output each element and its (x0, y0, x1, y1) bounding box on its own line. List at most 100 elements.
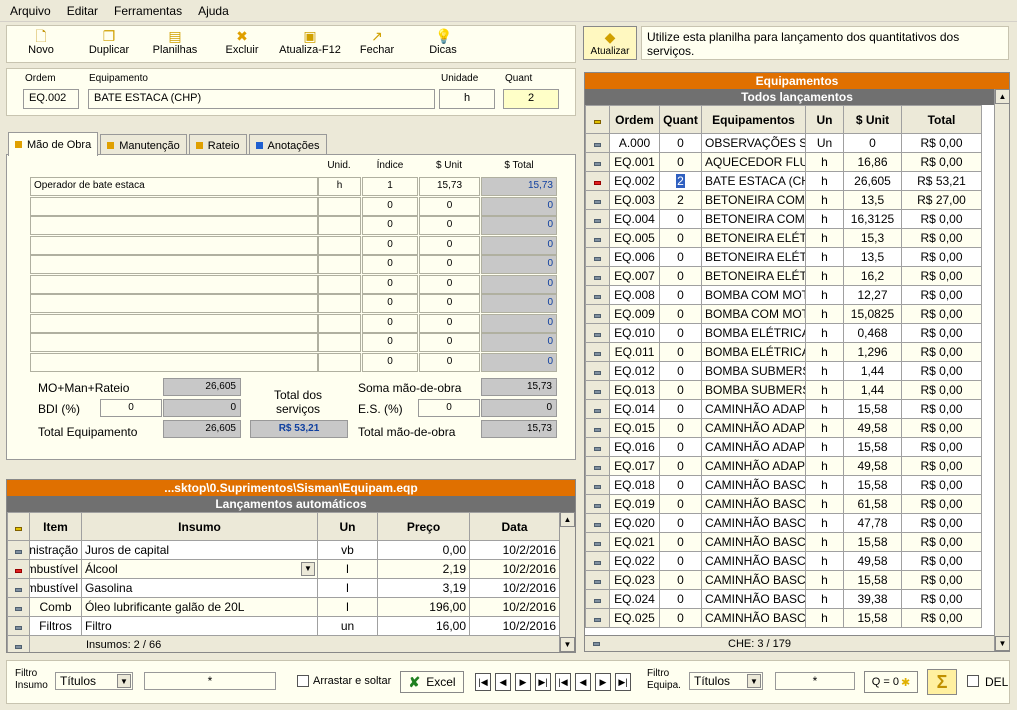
selected-value[interactable]: 2 (676, 174, 685, 188)
total-cell[interactable]: R$ 0,00 (901, 608, 982, 628)
mo-func-cell[interactable] (30, 294, 318, 313)
col-data[interactable]: Data (469, 512, 560, 541)
unit-cell[interactable]: 0 (843, 133, 902, 153)
ordem-cell[interactable]: EQ.010 (609, 323, 660, 343)
quant-field[interactable]: 2 (503, 89, 559, 109)
scroll-up-icon[interactable]: ▲ (560, 512, 575, 527)
ordem-cell[interactable]: EQ.007 (609, 266, 660, 286)
mo-unit-cell[interactable]: 15,73 (419, 177, 480, 196)
un-cell[interactable]: vb (317, 540, 378, 560)
row-selector[interactable] (585, 247, 610, 267)
quant-cell[interactable]: 0 (659, 228, 702, 248)
col-equipamentos[interactable]: Equipamentos (701, 105, 806, 134)
quant-cell[interactable]: 0 (659, 380, 702, 400)
mo-unid-cell[interactable] (318, 216, 361, 235)
table-row[interactable]: EQ.0150CAMINHÃO ADAPTADOh49,58R$ 0,00 (585, 418, 982, 438)
col-preco[interactable]: Preço (377, 512, 470, 541)
quant-cell[interactable]: 0 (659, 589, 702, 609)
un-cell[interactable]: l (317, 578, 378, 598)
un-cell[interactable]: h (805, 608, 844, 628)
table-row[interactable]: EQ.0100BOMBA ELÉTRICA Ph0,468R$ 0,00 (585, 323, 982, 343)
equipamento-cell[interactable]: BATE ESTACA (CHP) (701, 171, 806, 191)
total-cell[interactable]: R$ 0,00 (901, 323, 982, 343)
row-selector[interactable] (585, 418, 610, 438)
un-cell[interactable]: h (805, 551, 844, 571)
ordem-cell[interactable]: A.000 (609, 133, 660, 153)
total-cell[interactable]: R$ 0,00 (901, 228, 982, 248)
un-cell[interactable]: h (805, 570, 844, 590)
mo-indice-cell[interactable]: 0 (362, 274, 418, 294)
mo-func-cell[interactable] (30, 313, 318, 333)
quant-cell[interactable]: 0 (659, 247, 702, 267)
table-row[interactable]: EQ.0240CAMINHÃO BASCULANTEh39,38R$ 0,00 (585, 589, 982, 609)
quant-cell[interactable]: 0 (659, 418, 702, 438)
quant-cell[interactable]: 0 (659, 437, 702, 457)
menu-ajuda[interactable]: Ajuda (192, 4, 235, 18)
atualizar-button[interactable]: ◆ Atualizar (583, 26, 637, 60)
unit-cell[interactable]: 15,58 (843, 399, 902, 419)
nav-prev-icon[interactable]: ◀ (575, 673, 591, 691)
equipamento-cell[interactable]: BETONEIRA ELÉTRICA (701, 228, 806, 248)
row-selector[interactable] (585, 342, 610, 362)
row-selector[interactable] (585, 133, 610, 153)
table-row[interactable]: EQ.0160CAMINHÃO ADAPTADOh15,58R$ 0,00 (585, 437, 982, 457)
nav-next-icon[interactable]: ▶ (595, 673, 611, 691)
un-cell[interactable]: h (805, 285, 844, 305)
equipamento-cell[interactable]: CAMINHÃO BASCULANTE (701, 494, 806, 514)
preco-cell[interactable]: 16,00 (377, 616, 470, 636)
tab-rateio[interactable]: Rateio (188, 134, 247, 156)
table-row[interactable]: EQ.0080BOMBA COM MOTORh12,27R$ 0,00 (585, 285, 982, 305)
equipamento-cell[interactable]: OBSERVAÇÕES SOBRE (701, 133, 806, 153)
total-cell[interactable]: R$ 0,00 (901, 285, 982, 305)
row-selector[interactable] (585, 190, 610, 210)
excluir-button[interactable]: ✖ Excluir (219, 28, 265, 62)
row-selector[interactable] (585, 171, 610, 191)
row-selector[interactable] (585, 494, 610, 514)
row-selector[interactable] (585, 399, 610, 419)
mo-unit-cell[interactable]: 0 (419, 333, 480, 352)
total-cell[interactable]: R$ 0,00 (901, 589, 982, 609)
table-row[interactable]: A.0000OBSERVAÇÕES SOBREUn0R$ 0,00 (585, 133, 982, 153)
mo-indice-cell[interactable]: 0 (362, 255, 418, 274)
mo-unid-cell[interactable] (318, 294, 361, 313)
row-selector[interactable] (585, 513, 610, 533)
row-selector[interactable] (7, 597, 30, 617)
row-selector[interactable] (585, 152, 610, 172)
mo-unid-cell[interactable] (318, 313, 361, 333)
q-button[interactable]: Q = 0 ✱ (864, 671, 918, 693)
unit-cell[interactable]: 15,3 (843, 228, 902, 248)
ordem-cell[interactable]: EQ.009 (609, 304, 660, 324)
col-total[interactable]: Total (901, 105, 982, 134)
ordem-cell[interactable]: EQ.016 (609, 437, 660, 457)
nav-prev-icon[interactable]: ◀ (495, 673, 511, 691)
mo-indice-cell[interactable]: 0 (362, 352, 418, 372)
sum-button[interactable]: Σ (927, 669, 957, 695)
unit-cell[interactable]: 1,44 (843, 361, 902, 381)
row-selector[interactable] (7, 559, 30, 579)
nav-last-icon[interactable]: ▶| (535, 673, 551, 691)
menu-ferramentas[interactable]: Ferramentas (108, 4, 188, 18)
total-cell[interactable]: R$ 0,00 (901, 513, 982, 533)
equipamento-cell[interactable]: BETONEIRA ELÉTRICA (701, 266, 806, 286)
total-cell[interactable]: R$ 0,00 (901, 152, 982, 172)
preco-cell[interactable]: 196,00 (377, 597, 470, 617)
equipamento-cell[interactable]: CAMINHÃO BASCULANTE (701, 608, 806, 628)
ordem-cell[interactable]: EQ.021 (609, 532, 660, 552)
table-row[interactable]: EQ.0010AQUECEDOR FLUIDOh16,86R$ 0,00 (585, 152, 982, 172)
unit-cell[interactable]: 49,58 (843, 551, 902, 571)
insumo-cell[interactable]: Juros de capital (81, 540, 318, 560)
unit-cell[interactable]: 0,468 (843, 323, 902, 343)
ordem-cell[interactable]: EQ.008 (609, 285, 660, 305)
un-cell[interactable]: un (317, 616, 378, 636)
un-cell[interactable]: h (805, 152, 844, 172)
table-row[interactable]: EQ.0200CAMINHÃO BASCULANTEh47,78R$ 0,00 (585, 513, 982, 533)
table-row[interactable]: EQ.0130BOMBA SUBMERSÍVELh1,44R$ 0,00 (585, 380, 982, 400)
row-selector[interactable] (585, 228, 610, 248)
row-selector[interactable] (585, 323, 610, 343)
equipamento-cell[interactable]: CAMINHÃO ADAPTADO (701, 399, 806, 419)
table-row[interactable]: EQ.0180CAMINHÃO BASCULANTEh15,58R$ 0,00 (585, 475, 982, 495)
equipamento-cell[interactable]: BOMBA SUBMERSÍVEL (701, 380, 806, 400)
item-cell[interactable]: Combustível (29, 578, 82, 598)
mo-unit-cell[interactable]: 0 (419, 255, 480, 274)
mo-func-cell[interactable] (30, 333, 318, 352)
